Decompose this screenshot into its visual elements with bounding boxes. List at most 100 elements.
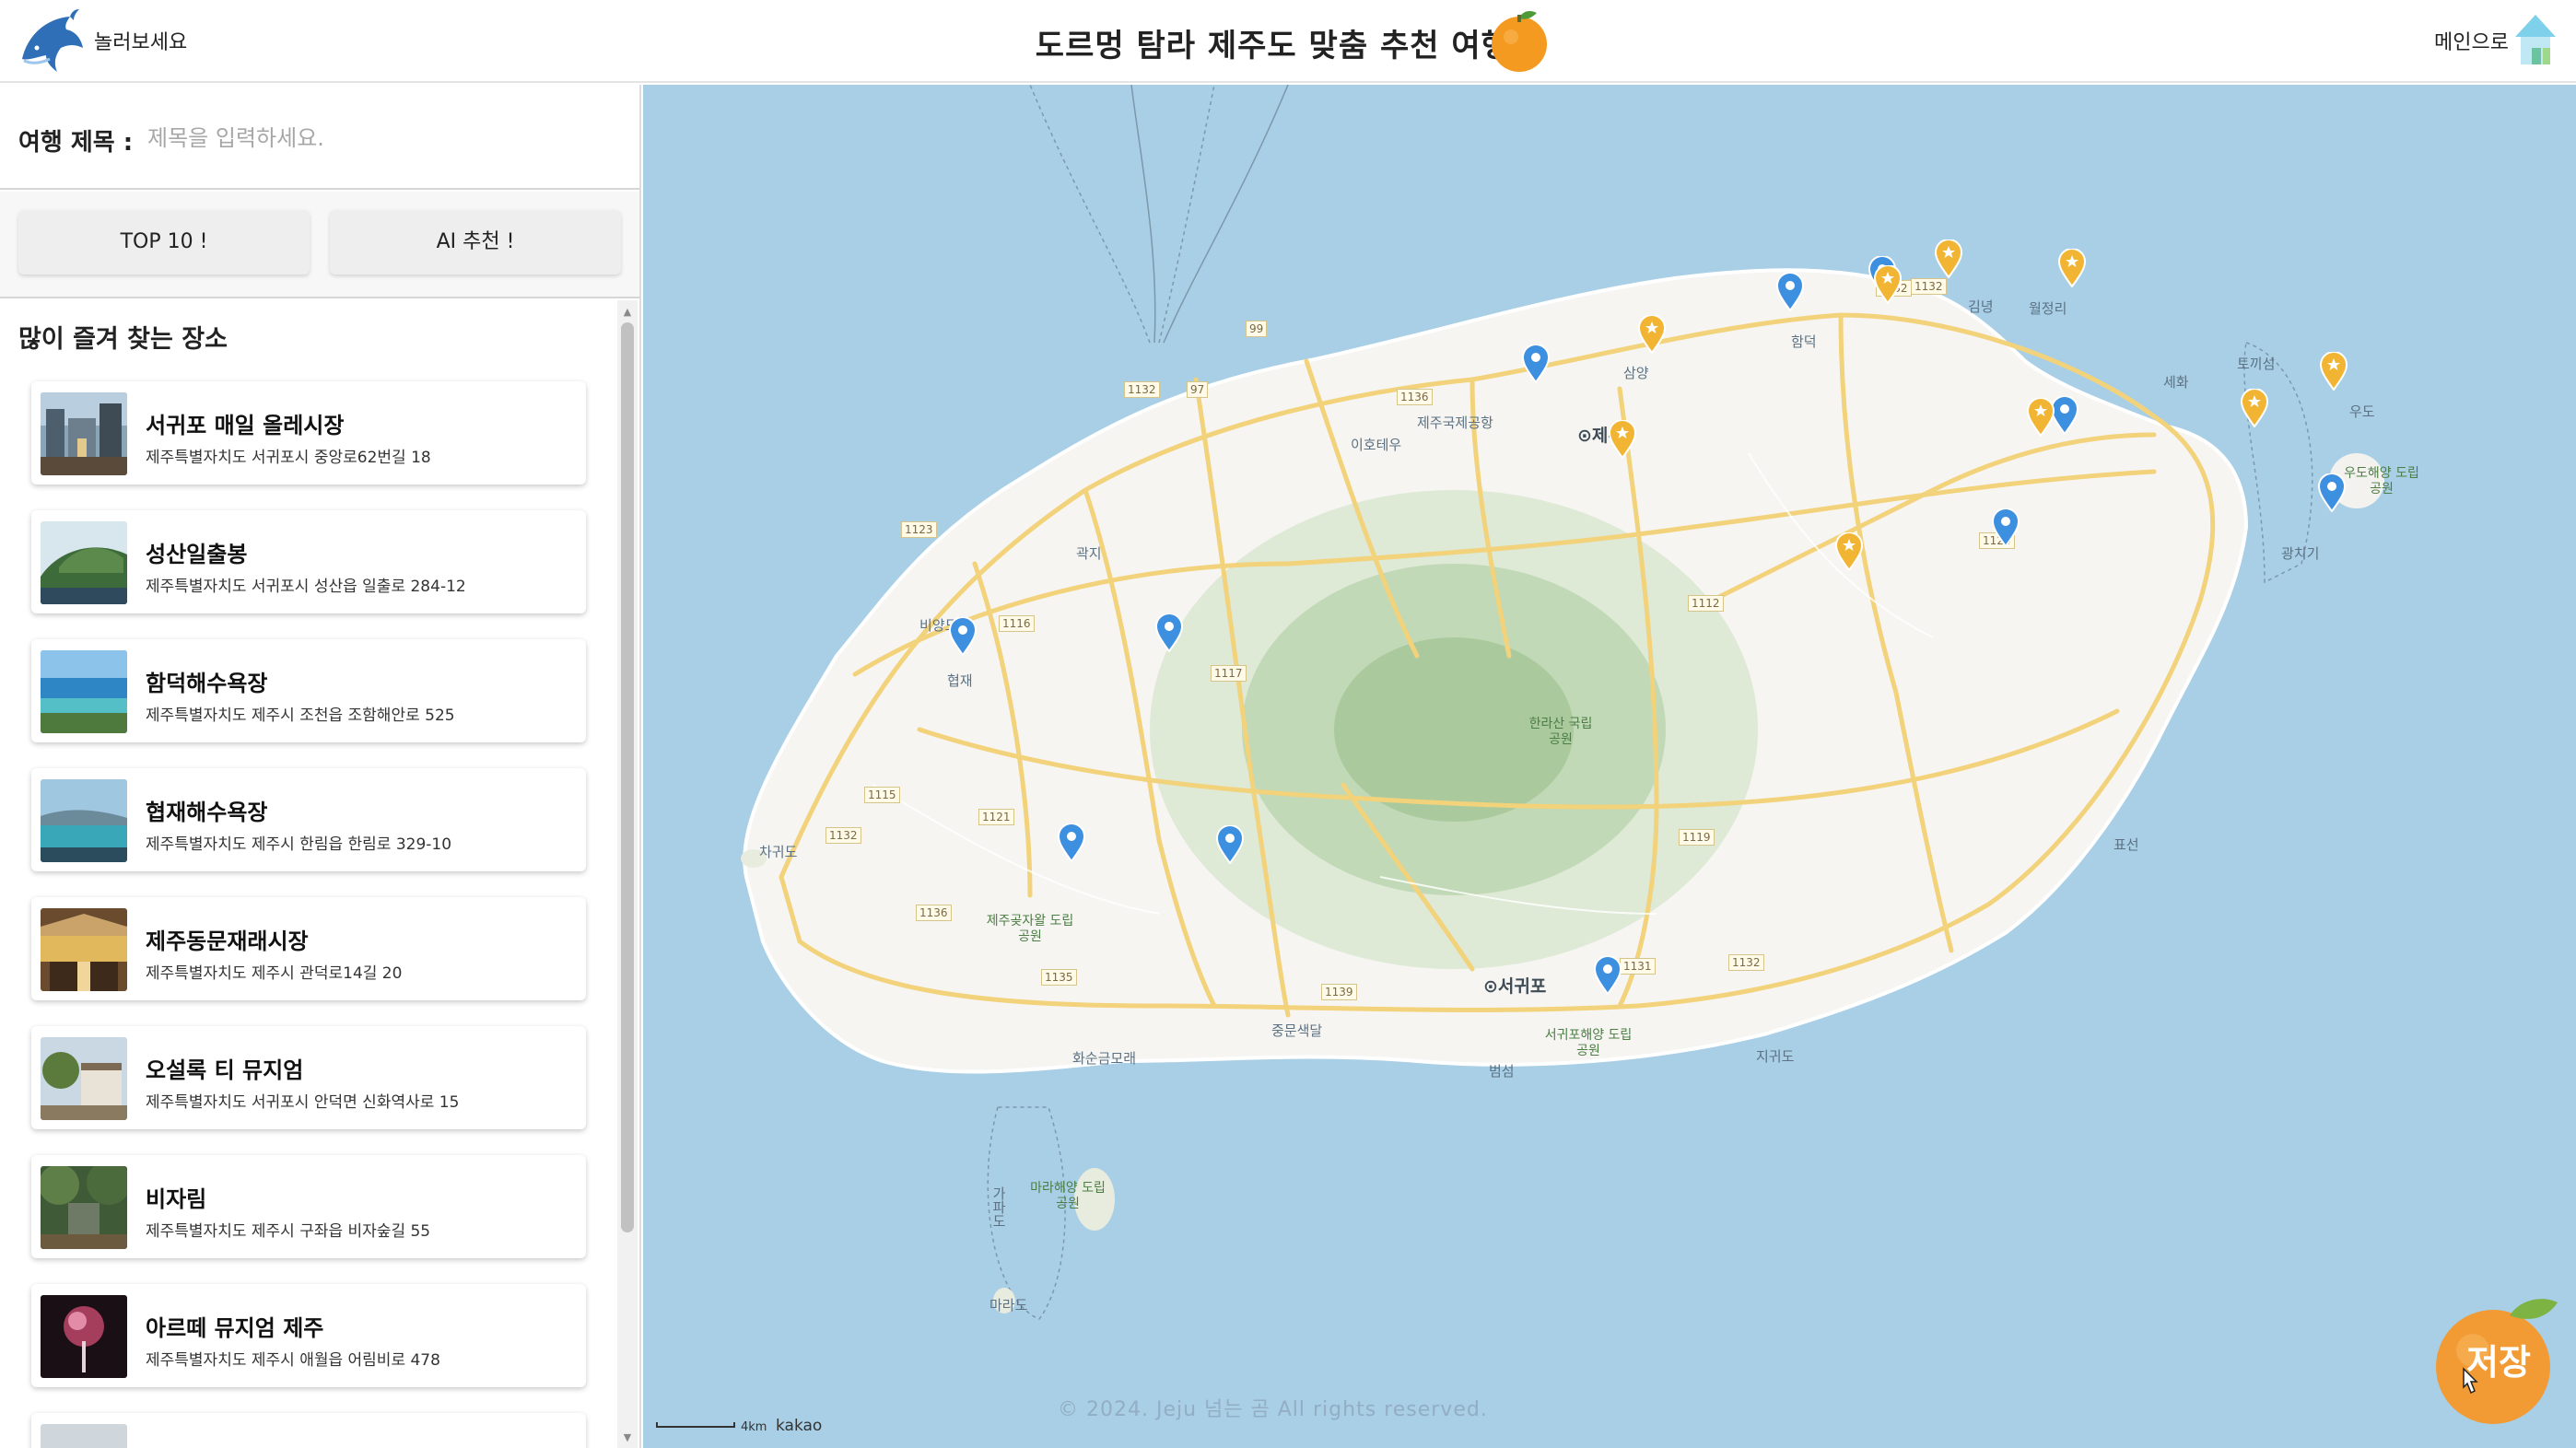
road-number: 97 bbox=[1187, 381, 1209, 398]
scale-bar bbox=[656, 1422, 735, 1428]
road-number: 1117 bbox=[1211, 665, 1247, 682]
place-address: 제주특별자치도 제주시 관덕로14길 20 bbox=[146, 964, 403, 983]
blue-pin-icon[interactable] bbox=[1776, 273, 1804, 311]
place-label: 지귀도 bbox=[1756, 1048, 1795, 1065]
yellow-star-pin-icon[interactable] bbox=[2320, 352, 2348, 391]
list-heading: 많이 즐겨 찾는 장소 bbox=[18, 325, 228, 354]
place-card[interactable] bbox=[31, 1413, 586, 1448]
list-scrollbar[interactable]: ▲ ▼ bbox=[617, 300, 638, 1448]
park-label: 한라산 국립공원 bbox=[1528, 717, 1593, 747]
place-label: 마라도 bbox=[989, 1297, 1028, 1314]
trip-title-input[interactable] bbox=[147, 112, 608, 164]
place-address: 제주특별자치도 서귀포시 중앙로62번길 18 bbox=[146, 449, 431, 467]
place-address: 제주특별자치도 서귀포시 안덕면 신화역사로 15 bbox=[146, 1093, 460, 1112]
place-address: 제주특별자치도 제주시 애월읍 어림비로 478 bbox=[146, 1351, 440, 1370]
place-thumbnail bbox=[41, 1295, 127, 1378]
page-title: 도르멍 탐라 제주도 맞춤 추천 여행지 bbox=[1035, 28, 1541, 64]
road-number: 1119 bbox=[1679, 829, 1715, 846]
scroll-up-icon[interactable]: ▲ bbox=[617, 306, 638, 319]
yellow-star-pin-icon[interactable] bbox=[2241, 389, 2268, 427]
place-label: 세화 bbox=[2163, 374, 2189, 391]
place-thumbnail bbox=[41, 779, 127, 862]
place-card[interactable]: 오설록 티 뮤지엄 제주특별자치도 서귀포시 안덕면 신화역사로 15 bbox=[31, 1026, 586, 1129]
blue-pin-icon[interactable] bbox=[1058, 823, 1085, 862]
sidebar: 여행 제목 : TOP 10 ! AI 추천 ! 많이 즐겨 찾는 장소 서귀포… bbox=[0, 85, 641, 1448]
place-label: 함덕 bbox=[1791, 333, 1817, 350]
park-label: 제주곶자왈 도립공원 bbox=[986, 914, 1074, 944]
yellow-star-pin-icon[interactable] bbox=[1835, 532, 1863, 571]
ai-recommend-button[interactable]: AI 추천 ! bbox=[330, 210, 621, 274]
map-view[interactable]: 1132 97 99 1136 1132 1123 1116 1117 1112… bbox=[643, 85, 2576, 1448]
scroll-down-icon[interactable]: ▼ bbox=[617, 1431, 638, 1444]
place-name: 함덕해수욕장 bbox=[146, 671, 268, 696]
place-label: 삼양 bbox=[1623, 365, 1649, 381]
blue-pin-icon[interactable] bbox=[1594, 956, 1622, 995]
road-number: 1135 bbox=[1041, 969, 1077, 986]
cursor-icon bbox=[2463, 1367, 2478, 1395]
place-thumbnail bbox=[41, 392, 127, 475]
house-icon[interactable] bbox=[2512, 11, 2559, 68]
place-label: 가파도 bbox=[990, 1186, 1007, 1228]
road-number: 99 bbox=[1246, 321, 1268, 337]
tab-row: TOP 10 ! AI 추천 ! bbox=[0, 192, 639, 298]
place-address: 제주특별자치도 제주시 한림읍 한림로 329-10 bbox=[146, 835, 452, 854]
place-label: 중문색달 bbox=[1271, 1022, 1323, 1039]
yellow-star-pin-icon[interactable] bbox=[2027, 398, 2055, 437]
scroll-thumb[interactable] bbox=[621, 322, 634, 1232]
place-list-section: 많이 즐겨 찾는 장소 서귀포 매일 올레시장 제주특별자치도 서귀포시 중앙로… bbox=[0, 300, 639, 1448]
scale-text: 4km bbox=[741, 1420, 767, 1434]
place-label: 광치기 bbox=[2281, 545, 2320, 562]
trip-title-label: 여행 제목 : bbox=[18, 129, 134, 157]
place-label: 차귀도 bbox=[759, 844, 798, 860]
map-scale: 4km bbox=[656, 1417, 776, 1444]
blue-pin-icon[interactable] bbox=[1155, 613, 1183, 652]
place-label: 곽지 bbox=[1076, 545, 1102, 562]
place-label: 우도 bbox=[2349, 403, 2375, 420]
map-attribution[interactable]: kakao bbox=[776, 1417, 822, 1435]
place-label: 표선 bbox=[2113, 836, 2139, 853]
park-label: 마라해양 도립공원 bbox=[1030, 1181, 1106, 1211]
place-card[interactable]: 협재해수욕장 제주특별자치도 제주시 한림읍 한림로 329-10 bbox=[31, 768, 586, 871]
road-number: 1139 bbox=[1321, 984, 1357, 1000]
road-number: 1112 bbox=[1688, 595, 1724, 612]
place-thumbnail bbox=[41, 908, 127, 991]
place-card[interactable]: 성산일출봉 제주특별자치도 서귀포시 성산읍 일출로 284-12 bbox=[31, 510, 586, 613]
place-label: 제주국제공항 bbox=[1417, 415, 1493, 431]
place-name: 비자림 bbox=[146, 1186, 207, 1212]
blue-pin-icon[interactable] bbox=[1992, 508, 2020, 547]
place-label: 월정리 bbox=[2029, 300, 2067, 317]
place-card[interactable]: 아르떼 뮤지엄 제주 제주특별자치도 제주시 애월읍 어림비로 478 bbox=[31, 1284, 586, 1387]
yellow-star-pin-icon[interactable] bbox=[2058, 249, 2086, 287]
blue-pin-icon[interactable] bbox=[2318, 473, 2346, 512]
place-card[interactable]: 비자림 제주특별자치도 제주시 구좌읍 비자숲길 55 bbox=[31, 1155, 586, 1258]
place-address: 제주특별자치도 서귀포시 성산읍 일출로 284-12 bbox=[146, 578, 466, 596]
top10-button[interactable]: TOP 10 ! bbox=[18, 210, 310, 274]
trip-title-row: 여행 제목 : bbox=[0, 85, 639, 190]
place-card[interactable]: 함덕해수욕장 제주특별자치도 제주시 조천읍 조함해안로 525 bbox=[31, 639, 586, 742]
yellow-star-pin-icon[interactable] bbox=[1874, 265, 1902, 304]
top-header: 놀러보세요 도르멍 탐라 제주도 맞춤 추천 여행지 메인으로 bbox=[0, 0, 2576, 83]
yellow-star-pin-icon[interactable] bbox=[1935, 239, 1962, 278]
place-name: 아르떼 뮤지엄 제주 bbox=[146, 1315, 324, 1341]
place-address: 제주특별자치도 제주시 구좌읍 비자숲길 55 bbox=[146, 1222, 431, 1241]
place-card[interactable]: 서귀포 매일 올레시장 제주특별자치도 서귀포시 중앙로62번길 18 bbox=[31, 381, 586, 485]
blue-pin-icon[interactable] bbox=[949, 617, 977, 656]
title-wrap: 도르멍 탐라 제주도 맞춤 추천 여행지 bbox=[0, 0, 2576, 83]
place-thumbnail bbox=[41, 1166, 127, 1249]
place-card[interactable]: 제주동문재래시장 제주특별자치도 제주시 관덕로14길 20 bbox=[31, 897, 586, 1000]
road-number: 1136 bbox=[916, 905, 952, 921]
blue-pin-icon[interactable] bbox=[1216, 825, 1244, 864]
place-label: 토끼섬 bbox=[2237, 356, 2276, 372]
road-number: 1132 bbox=[1124, 381, 1160, 398]
place-thumbnail bbox=[41, 1424, 127, 1448]
blue-pin-icon[interactable] bbox=[1522, 344, 1550, 383]
blue-pin-icon[interactable] bbox=[2051, 396, 2078, 435]
park-label: 우도해양 도립공원 bbox=[2344, 466, 2419, 496]
yellow-star-pin-icon[interactable] bbox=[1609, 420, 1636, 459]
to-main-link[interactable]: 메인으로 bbox=[2434, 26, 2509, 55]
park-label: 서귀포해양 도립공원 bbox=[1544, 1028, 1633, 1058]
place-name: 제주동문재래시장 bbox=[146, 928, 309, 954]
road-number: 1115 bbox=[864, 787, 900, 803]
yellow-star-pin-icon[interactable] bbox=[1638, 315, 1666, 354]
tangerine-icon bbox=[1492, 11, 1547, 72]
